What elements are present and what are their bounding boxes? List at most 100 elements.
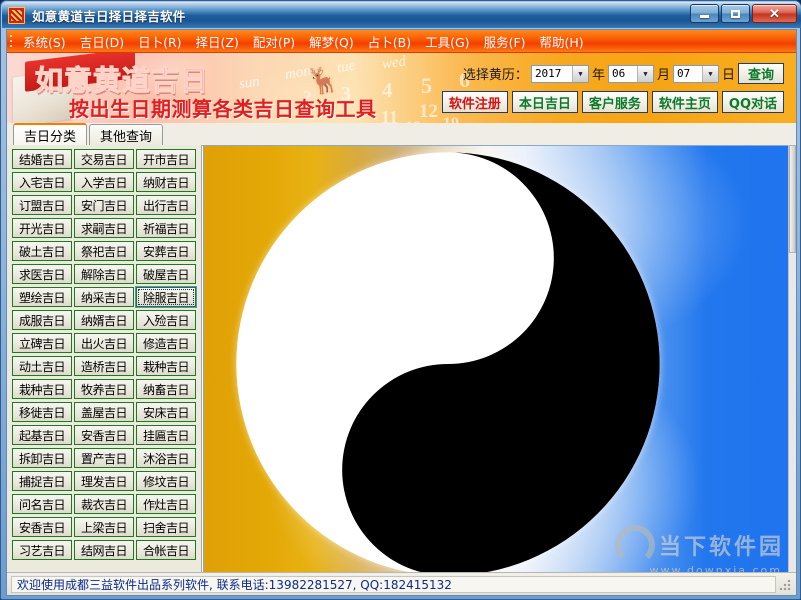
tab-other-queries[interactable]: 其他查询 <box>89 124 164 145</box>
category-button[interactable]: 修造吉日 <box>136 333 196 353</box>
category-button[interactable]: 问名吉日 <box>12 494 72 514</box>
category-button[interactable]: 求医吉日 <box>12 264 72 284</box>
category-button[interactable]: 破土吉日 <box>12 241 72 261</box>
category-button[interactable]: 解除吉日 <box>74 264 134 284</box>
qq-chat-button[interactable]: QQ对话 <box>721 91 784 113</box>
category-button[interactable]: 牧养吉日 <box>74 379 134 399</box>
menu-item-ribu[interactable]: 日卜(R) <box>131 30 188 52</box>
category-button[interactable]: 入宅吉日 <box>12 172 72 192</box>
category-button[interactable]: 出火吉日 <box>74 333 134 353</box>
category-button[interactable]: 交易吉日 <box>74 149 134 169</box>
category-button[interactable]: 纳畜吉日 <box>136 379 196 399</box>
category-button[interactable]: 捕捉吉日 <box>12 471 72 491</box>
category-button[interactable]: 挂匾吉日 <box>136 425 196 445</box>
year-value: 2017 <box>534 67 562 80</box>
maximize-button[interactable] <box>721 4 750 23</box>
menu-item-zhanbu[interactable]: 占卜(B) <box>361 30 418 52</box>
category-button[interactable]: 祈福吉日 <box>136 218 196 238</box>
menu-item-gongju[interactable]: 工具(G) <box>418 30 476 52</box>
chevron-down-icon[interactable]: ▼ <box>701 65 718 82</box>
menu-item-system[interactable]: 系统(S) <box>16 30 73 52</box>
month-value: 06 <box>611 67 626 80</box>
status-message: 欢迎使用成都三益软件出品系列软件, 联系电话:13982281527, QQ:1… <box>11 575 776 593</box>
category-button[interactable]: 栽种吉日 <box>136 356 196 376</box>
category-button[interactable]: 安葬吉日 <box>136 241 196 261</box>
close-button[interactable]: ✕ <box>752 4 797 23</box>
tab-strip: 吉日分类 其他查询 <box>7 123 796 146</box>
homepage-button[interactable]: 软件主页 <box>651 91 718 113</box>
year-dropdown[interactable]: 2017 ▼ <box>530 64 589 83</box>
scrollbar-thumb[interactable] <box>789 145 796 253</box>
main-content-panel: 当下软件园 www.downxia.com <box>203 145 789 580</box>
menu-grip-icon[interactable] <box>9 33 16 49</box>
menu-item-bangzhu[interactable]: 帮助(H) <box>533 30 591 52</box>
category-button[interactable]: 入殓吉日 <box>136 310 196 330</box>
category-button[interactable]: 起基吉日 <box>12 425 72 445</box>
category-button[interactable]: 习艺吉日 <box>12 540 72 560</box>
close-icon: ✕ <box>769 6 780 21</box>
category-button[interactable]: 盖屋吉日 <box>74 402 134 422</box>
category-button[interactable]: 除服吉日 <box>136 287 196 307</box>
category-button[interactable]: 移徙吉日 <box>12 402 72 422</box>
category-button[interactable]: 纳财吉日 <box>136 172 196 192</box>
category-button[interactable]: 破屋吉日 <box>136 264 196 284</box>
category-sidebar: 结婚吉日 交易吉日 开市吉日入宅吉日 入学吉日 纳财吉日订盟吉日 安门吉日 出行吉日开光吉日… <box>7 145 202 580</box>
category-button[interactable]: 修坟吉日 <box>136 471 196 491</box>
menu-bar: 系统(S) 吉日(D) 日卜(R) 择日(Z) 配对(P) 解梦(Q) 占卜(B… <box>7 30 796 53</box>
category-button[interactable]: 祭祀吉日 <box>74 241 134 261</box>
category-button[interactable]: 扫舍吉日 <box>136 517 196 537</box>
category-button[interactable]: 订盟吉日 <box>12 195 72 215</box>
tab-lucky-day-categories[interactable]: 吉日分类 <box>13 123 88 145</box>
category-button[interactable]: 拆卸吉日 <box>12 448 72 468</box>
minimize-button[interactable] <box>690 4 719 23</box>
year-unit-label: 年 <box>591 68 605 83</box>
category-button[interactable]: 入学吉日 <box>74 172 134 192</box>
day-dropdown[interactable]: 07 ▼ <box>672 64 719 83</box>
date-selector-label: 选择黄历： <box>462 68 528 83</box>
category-button[interactable]: 立碑吉日 <box>12 333 72 353</box>
category-button[interactable]: 沐浴吉日 <box>136 448 196 468</box>
category-button[interactable]: 开光吉日 <box>12 218 72 238</box>
chevron-down-icon[interactable]: ▼ <box>636 65 653 82</box>
month-dropdown[interactable]: 06 ▼ <box>607 64 654 83</box>
category-button[interactable]: 开市吉日 <box>136 149 196 169</box>
menu-item-peidui[interactable]: 配对(P) <box>246 30 302 52</box>
menu-item-zeri[interactable]: 择日(Z) <box>189 30 246 52</box>
dove-icon: 🦌 <box>304 61 343 99</box>
category-button[interactable]: 求嗣吉日 <box>74 218 134 238</box>
category-button[interactable]: 造桥吉日 <box>74 356 134 376</box>
category-button[interactable]: 作灶吉日 <box>136 494 196 514</box>
register-button[interactable]: 软件注册 <box>441 91 508 113</box>
minimize-icon <box>700 15 709 18</box>
category-button[interactable]: 出行吉日 <box>136 195 196 215</box>
category-button[interactable]: 纳采吉日 <box>74 287 134 307</box>
category-button[interactable]: 理发吉日 <box>74 471 134 491</box>
query-button[interactable]: 查询 <box>737 63 784 84</box>
yin-yang-image: 当下软件园 www.downxia.com <box>204 146 788 579</box>
category-button[interactable]: 栽种吉日 <box>12 379 72 399</box>
category-button[interactable]: 置产吉日 <box>74 448 134 468</box>
category-button[interactable]: 纳婿吉日 <box>74 310 134 330</box>
resize-grip-icon[interactable] <box>779 577 793 591</box>
category-button[interactable]: 安床吉日 <box>136 402 196 422</box>
today-lucky-button[interactable]: 本日吉日 <box>511 91 578 113</box>
menu-item-fuwu[interactable]: 服务(F) <box>477 30 533 52</box>
menu-item-jiemeng[interactable]: 解梦(Q) <box>302 30 361 52</box>
window-title: 如意黄道吉日择日择吉软件 <box>32 9 186 24</box>
maximize-icon <box>731 9 740 18</box>
category-button[interactable]: 塑绘吉日 <box>12 287 72 307</box>
category-button[interactable]: 结婚吉日 <box>12 149 72 169</box>
category-button[interactable]: 合帐吉日 <box>136 540 196 560</box>
category-button[interactable]: 动土吉日 <box>12 356 72 376</box>
vertical-scrollbar[interactable] <box>788 145 796 580</box>
category-button[interactable]: 裁衣吉日 <box>74 494 134 514</box>
category-button[interactable]: 安香吉日 <box>12 517 72 537</box>
category-button[interactable]: 安香吉日 <box>74 425 134 445</box>
category-button[interactable]: 成服吉日 <box>12 310 72 330</box>
menu-item-jiri[interactable]: 吉日(D) <box>73 30 131 52</box>
customer-service-button[interactable]: 客户服务 <box>581 91 648 113</box>
category-button[interactable]: 上梁吉日 <box>74 517 134 537</box>
category-button[interactable]: 安门吉日 <box>74 195 134 215</box>
chevron-down-icon[interactable]: ▼ <box>571 65 588 82</box>
category-button[interactable]: 结网吉日 <box>74 540 134 560</box>
